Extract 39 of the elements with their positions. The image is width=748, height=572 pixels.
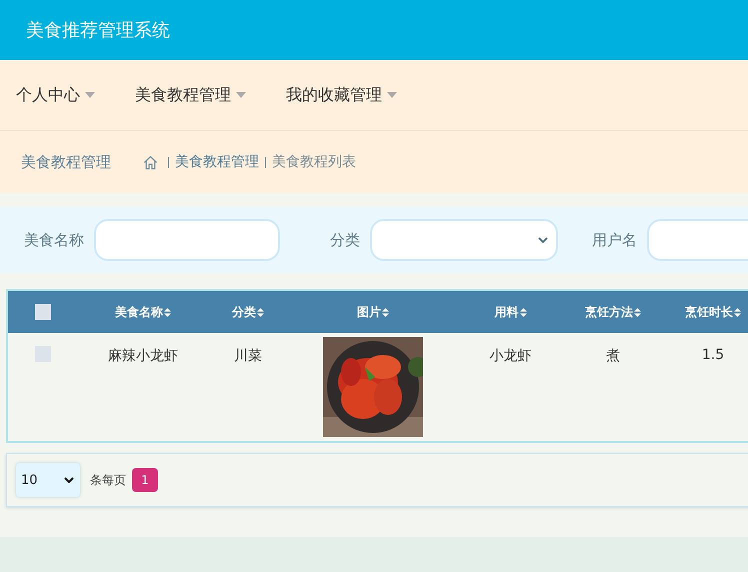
chevron-icon <box>538 237 548 243</box>
sort-icon <box>257 308 264 316</box>
filter-label: 美食名称 <box>24 230 84 250</box>
column-header[interactable]: 用料 <box>458 304 563 320</box>
filter-label: 分类 <box>330 230 360 250</box>
table-cell: 1.5 <box>702 347 724 363</box>
app-title: 美食推荐管理系统 <box>26 19 170 42</box>
sort-icon <box>520 308 526 316</box>
table-cell: 煮 <box>606 347 620 365</box>
breadcrumb-current: 美食教程列表 <box>272 153 356 171</box>
table-cell: 麻辣小龙虾 <box>108 347 178 365</box>
sort-icon <box>164 308 171 316</box>
search-field[interactable] <box>94 219 280 261</box>
nav-menu-item[interactable]: 个人中心 <box>16 84 95 106</box>
table-cell: 川菜 <box>234 347 262 365</box>
caret-icon <box>236 92 246 98</box>
chevron-icon <box>64 477 74 483</box>
breadcrumb-link[interactable]: 美食教程管理 <box>175 153 259 171</box>
column-header[interactable]: 烹饪时长 <box>663 304 748 320</box>
caret-icon <box>387 92 397 98</box>
table-cell: 小龙虾 <box>490 347 532 365</box>
nav-menu-item[interactable]: 我的收藏管理 <box>286 84 397 106</box>
caret-icon <box>85 92 95 98</box>
column-header[interactable]: 分类 <box>208 304 288 320</box>
column-header[interactable]: 烹饪方法 <box>563 304 663 320</box>
sort-icon <box>382 308 389 316</box>
page-size-select[interactable]: 10 <box>16 463 80 497</box>
per-page-label: 条每页 <box>90 472 126 488</box>
sort-icon <box>734 308 741 316</box>
category-select[interactable] <box>370 219 558 261</box>
page-button[interactable]: 1 <box>132 468 158 492</box>
home-icon[interactable] <box>143 154 158 170</box>
column-header[interactable]: 图片 <box>288 304 458 320</box>
filter-label: 用户名 <box>592 230 637 250</box>
nav-menu-item[interactable]: 美食教程管理 <box>135 84 246 106</box>
sort-icon <box>634 308 641 316</box>
select-all-checkbox[interactable] <box>35 304 51 320</box>
column-header[interactable]: 美食名称 <box>78 304 208 320</box>
section-title: 美食教程管理 <box>21 152 111 172</box>
